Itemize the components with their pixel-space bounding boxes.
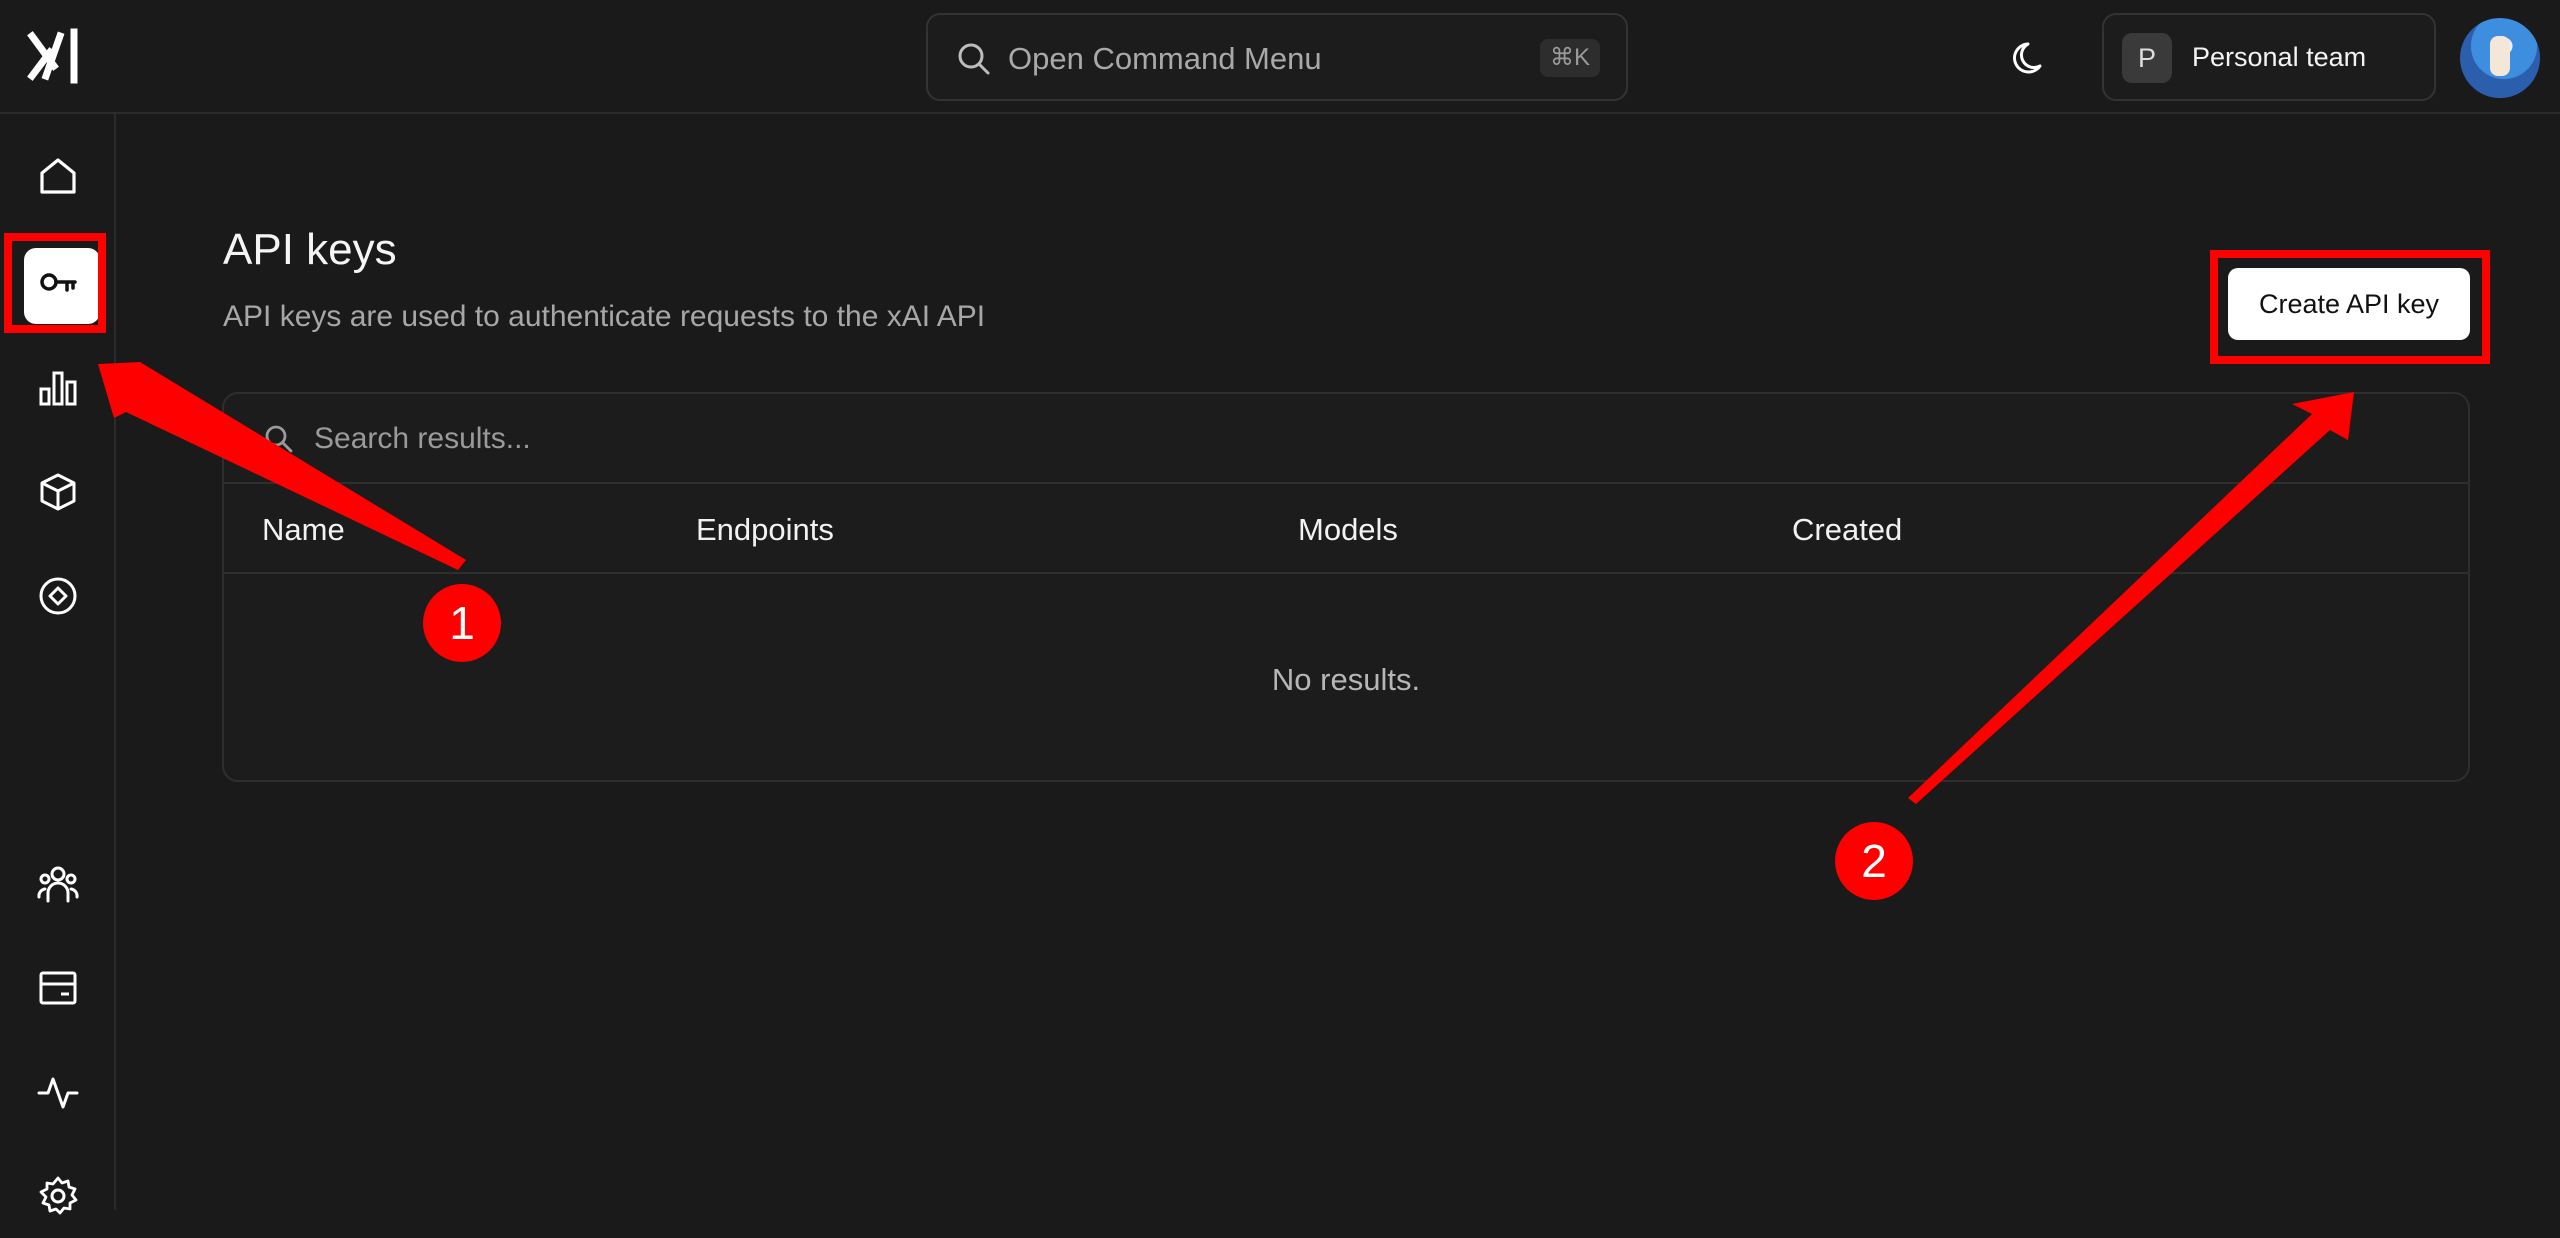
sidebar-item-home[interactable] [16,134,100,218]
page-subtitle: API keys are used to authenticate reques… [223,300,986,333]
sidebar-item-usage[interactable] [16,346,100,430]
sidebar-item-models[interactable] [16,450,100,534]
compass-icon [39,577,77,615]
sidebar-item-team[interactable] [16,842,100,926]
page-title: API keys [223,225,397,274]
sidebar-item-explore[interactable] [16,554,100,638]
activity-icon [37,1077,79,1109]
top-bar: Open Command Menu ⌘K P Personal team [0,0,2560,114]
avatar[interactable] [2460,18,2540,98]
bar-chart-icon [39,371,77,406]
annotation-highlight-box-2 [2210,250,2490,364]
annotation-highlight-box-1 [4,233,106,333]
column-header-endpoints[interactable]: Endpoints [696,512,834,548]
column-header-created[interactable]: Created [1792,512,1902,548]
api-keys-table: Search results... Name Endpoints Models … [222,392,2470,782]
empty-state-text: No results. [1271,662,1421,697]
xai-logo[interactable] [26,26,86,86]
search-icon [265,425,293,453]
sidebar-item-activity[interactable] [16,1050,100,1134]
cube-icon [40,473,76,511]
table-header-row: Name Endpoints Models Created [224,484,2468,574]
team-name: Personal team [2192,42,2367,72]
search-input[interactable]: Search results... [314,422,531,456]
avatar-figure [2490,36,2510,76]
sidebar-item-billing[interactable] [16,946,100,1030]
search-icon [958,43,990,75]
command-menu-button[interactable]: Open Command Menu ⌘K [926,13,1628,101]
settings-gear-icon [39,1176,78,1215]
command-menu-label: Open Command Menu [1008,41,1322,76]
command-shortcut: ⌘K [1539,39,1600,77]
sidebar-item-settings[interactable] [16,1154,100,1238]
team-icon [37,866,79,903]
annotation-step-1: 1 [423,584,501,662]
annotation-step-2: 2 [1835,822,1913,900]
billing-card-icon [39,971,77,1005]
moon-icon[interactable] [2010,36,2054,80]
column-header-name[interactable]: Name [262,512,345,548]
team-switcher[interactable]: P Personal team [2102,13,2436,101]
team-initial-badge: P [2122,33,2172,83]
home-icon [40,158,76,194]
column-header-models[interactable]: Models [1298,512,1398,548]
table-search-row: Search results... [224,394,2468,484]
